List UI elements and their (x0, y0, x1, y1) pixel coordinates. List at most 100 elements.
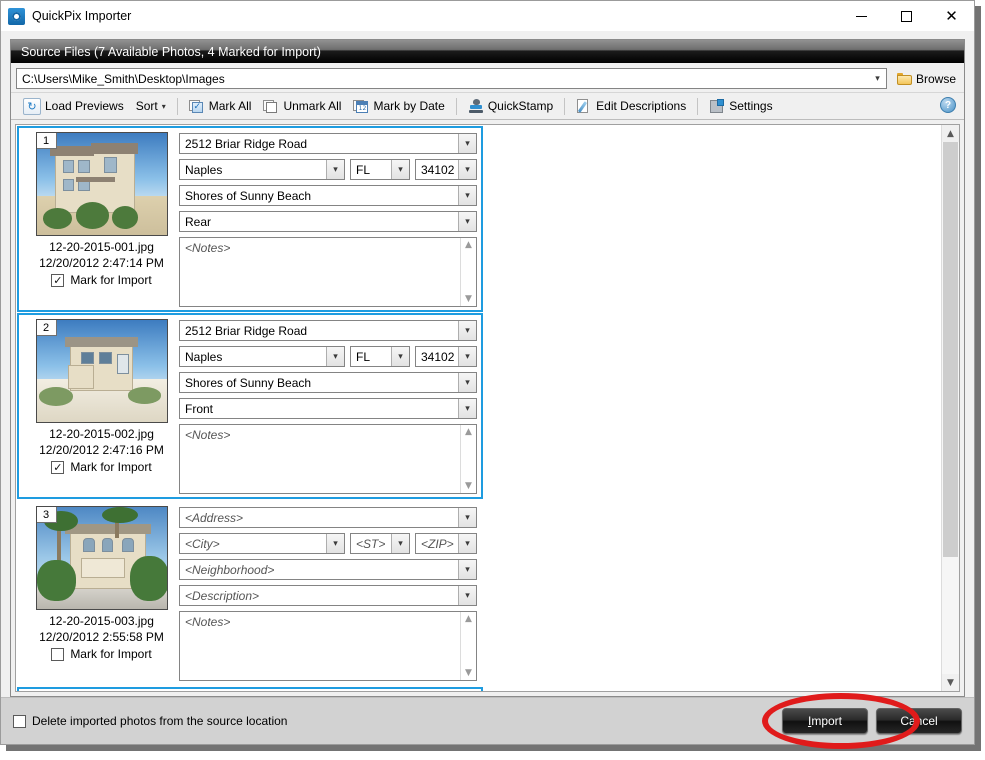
notes-textarea[interactable]: <Notes>▲▼ (179, 237, 477, 307)
source-path-combo[interactable]: C:\Users\Mike_Smith\Desktop\Images ▾ (16, 68, 887, 89)
address-combo[interactable]: <Address>▾ (179, 507, 477, 528)
description-combo[interactable]: Front▾ (179, 398, 477, 419)
mark-for-import-row[interactable]: ✓Mark for Import (51, 273, 151, 287)
mark-by-date-button[interactable]: 12 Mark by Date (347, 94, 450, 118)
description-combo-value: Rear (180, 215, 458, 229)
maximize-icon (901, 11, 912, 22)
mark-for-import-row[interactable]: ✓ Mark for Import (51, 460, 151, 474)
importer-window: QuickPix Importer ✕ Source Files (7 Avai… (0, 0, 975, 745)
scroll-down-icon[interactable]: ▼ (465, 294, 472, 304)
photo-card-fields: 2512 Briar Ridge Road▾Naples▾FL▾34102▾Sh… (179, 131, 477, 307)
delete-source-row[interactable]: Delete imported photos from the source l… (13, 714, 287, 728)
scroll-down-icon[interactable]: ▼ (942, 674, 959, 691)
notes-textarea[interactable]: <Notes>▲▼ (179, 424, 477, 494)
photo-filename: 12-20-2015-002.jpg (49, 427, 154, 441)
mark-all-icon: ✓ (189, 99, 205, 114)
photo-card-container: 112-20-2015-001.jpg12/20/2012 2:47:14 PM… (16, 125, 941, 691)
import-button[interactable]: Import (782, 708, 868, 734)
source-files-group: Source Files (7 Available Photos, 4 Mark… (10, 39, 965, 697)
group-header-label: Source Files (7 Available Photos, 4 Mark… (21, 45, 321, 59)
maximize-button[interactable] (884, 1, 929, 31)
chevron-down-icon: ▾ (458, 586, 476, 605)
scroll-up-icon[interactable]: ▲ (465, 427, 472, 437)
mark-for-import-checkbox[interactable]: ✓ (51, 274, 64, 287)
zip-combo[interactable]: 34102▾ (415, 346, 477, 367)
zip-combo[interactable]: <ZIP>▾ (415, 533, 477, 554)
notes-scrollbar[interactable]: ▲▼ (460, 612, 476, 680)
photo-thumbnail[interactable]: 2 (36, 319, 168, 423)
quickstamp-button[interactable]: QuickStamp (462, 94, 559, 118)
address-combo[interactable]: 2512 Briar Ridge Road▾ (179, 133, 477, 154)
browse-button[interactable]: Browse (894, 68, 959, 89)
scroll-up-icon[interactable]: ▲ (465, 614, 472, 624)
scroll-up-icon[interactable]: ▲ (465, 240, 472, 250)
city-combo[interactable]: Naples▾ (179, 346, 345, 367)
neighborhood-combo[interactable]: <Neighborhood>▾ (179, 559, 477, 580)
sort-label: Sort (136, 99, 158, 113)
city-combo[interactable]: <City>▾ (179, 533, 345, 554)
state-combo-value: <ST> (351, 537, 391, 551)
mark-all-label: Mark All (209, 99, 252, 113)
help-icon[interactable]: ? (940, 97, 956, 113)
scrollbar-thumb[interactable] (943, 142, 958, 557)
mark-for-import-checkbox[interactable] (51, 648, 64, 661)
city-state-zip-row: Naples▾FL▾34102▾ (179, 346, 477, 367)
sort-dropdown-button[interactable]: Sort ▾ (130, 94, 172, 118)
notes-placeholder-text: <Notes> (180, 612, 460, 680)
photo-card[interactable]: 412-20-2015-004.jpg12/20/2012 2:56:00 PM… (17, 687, 483, 691)
zip-combo-value: 34102 (416, 163, 458, 177)
state-combo[interactable]: FL▾ (350, 159, 410, 180)
notes-scrollbar[interactable]: ▲▼ (460, 425, 476, 493)
description-combo[interactable]: <Description>▾ (179, 585, 477, 606)
photo-card[interactable]: 212-20-2015-002.jpg12/20/2012 2:47:16 PM… (17, 313, 483, 499)
source-path-value: C:\Users\Mike_Smith\Desktop\Images (17, 72, 869, 86)
close-button[interactable]: ✕ (929, 1, 974, 31)
photo-thumbnail[interactable]: 1 (36, 132, 168, 236)
city-state-zip-row: Naples▾FL▾34102▾ (179, 159, 477, 180)
delete-source-checkbox[interactable] (13, 715, 26, 728)
state-combo-value: FL (351, 163, 391, 177)
mark-for-import-label: Mark for Import (70, 460, 151, 474)
minimize-button[interactable] (839, 1, 884, 31)
edit-descriptions-button[interactable]: Edit Descriptions (570, 94, 692, 118)
window-title: QuickPix Importer (32, 9, 131, 23)
scroll-down-icon[interactable]: ▼ (465, 668, 472, 678)
folder-icon (897, 72, 912, 85)
notes-textarea[interactable]: <Notes>▲▼ (179, 611, 477, 681)
photo-datetime: 12/20/2012 2:55:58 PM (39, 630, 164, 644)
scroll-up-icon[interactable]: ▲ (942, 125, 959, 142)
notes-placeholder-text: <Notes> (180, 425, 460, 493)
chevron-down-icon: ▾ (458, 134, 476, 153)
photo-card[interactable]: 312-20-2015-003.jpg12/20/2012 2:55:58 PM… (17, 500, 483, 686)
cancel-button[interactable]: Cancel (876, 708, 962, 734)
photo-thumbnail[interactable]: 3 (36, 506, 168, 610)
unmark-all-icon (263, 99, 279, 114)
photo-list-viewport: 112-20-2015-001.jpg12/20/2012 2:47:14 PM… (16, 125, 941, 691)
mark-for-import-row[interactable]: Mark for Import (51, 647, 151, 661)
scroll-down-icon[interactable]: ▼ (465, 481, 472, 491)
state-combo[interactable]: FL▾ (350, 346, 410, 367)
load-previews-button[interactable]: ↻ Load Previews (17, 94, 130, 118)
unmark-all-button[interactable]: Unmark All (257, 94, 347, 118)
photo-list-scrollbar[interactable]: ▲ ▼ (941, 125, 959, 691)
chevron-down-icon: ▾ (458, 534, 476, 553)
scrollbar-track[interactable] (942, 142, 959, 674)
mark-all-button[interactable]: ✓ Mark All (183, 94, 258, 118)
city-combo[interactable]: Naples▾ (179, 159, 345, 180)
mark-for-import-label: Mark for Import (70, 647, 151, 661)
zip-combo[interactable]: 34102▾ (415, 159, 477, 180)
neighborhood-combo[interactable]: Shores of Sunny Beach▾ (179, 185, 477, 206)
notes-scrollbar[interactable]: ▲▼ (460, 238, 476, 306)
state-combo[interactable]: <ST>▾ (350, 533, 410, 554)
chevron-down-icon: ▾ (458, 399, 476, 418)
stamp-icon (468, 99, 484, 114)
address-combo[interactable]: 2512 Briar Ridge Road▾ (179, 320, 477, 341)
chevron-down-icon: ▾ (458, 508, 476, 527)
neighborhood-combo[interactable]: Shores of Sunny Beach▾ (179, 372, 477, 393)
dialog-footer: Delete imported photos from the source l… (1, 697, 974, 744)
photo-card[interactable]: 112-20-2015-001.jpg12/20/2012 2:47:14 PM… (17, 126, 483, 312)
description-combo[interactable]: Rear▾ (179, 211, 477, 232)
settings-button[interactable]: Settings (703, 94, 778, 118)
mark-for-import-checkbox[interactable]: ✓ (51, 461, 64, 474)
notes-placeholder-text: <Notes> (180, 238, 460, 306)
